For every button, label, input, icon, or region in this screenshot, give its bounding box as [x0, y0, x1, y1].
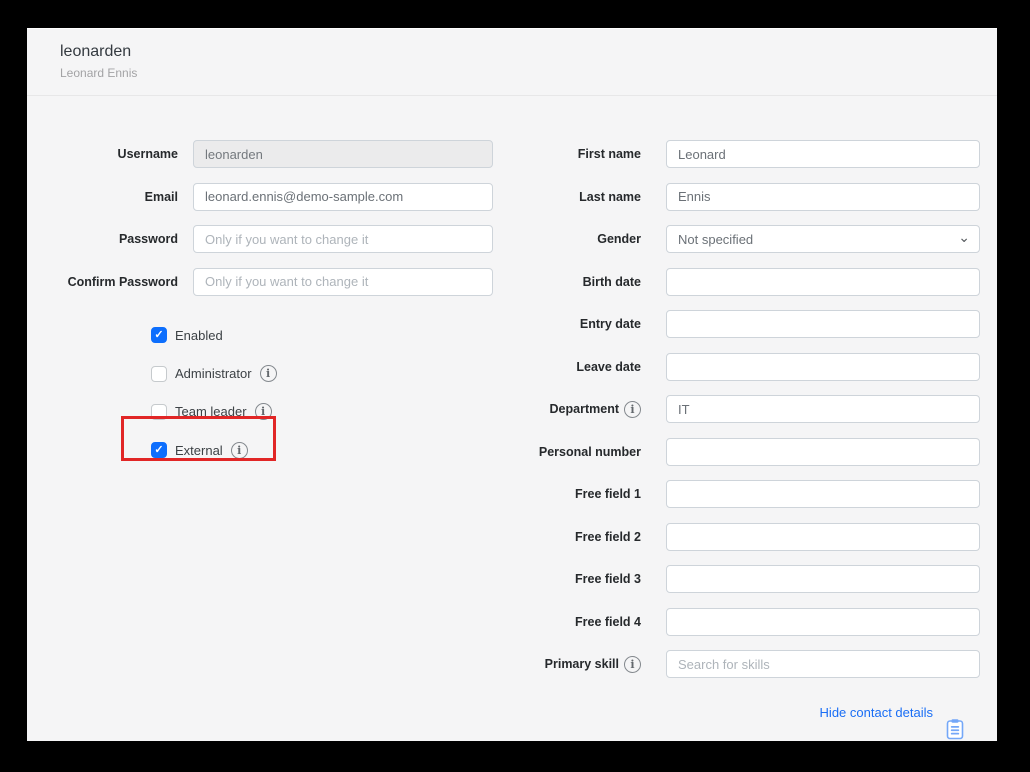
team-leader-checkbox[interactable]	[151, 404, 167, 420]
free-field-3-label: Free field 3	[481, 572, 641, 586]
birth-date-row: Birth date	[481, 268, 980, 296]
info-icon[interactable]: i	[624, 401, 641, 418]
personal-number-label: Personal number	[481, 445, 641, 459]
last-name-label: Last name	[481, 190, 641, 204]
leave-date-row: Leave date	[481, 353, 980, 381]
primary-skill-row: Primary skill i	[481, 650, 980, 678]
username-label: Username	[27, 147, 178, 161]
first-name-row: First name	[481, 140, 980, 168]
confirm-password-field[interactable]	[193, 268, 493, 296]
department-label: Department i	[481, 401, 641, 418]
primary-skill-search-input[interactable]	[666, 650, 980, 678]
account-form-column: Username Email Password Confirm Password	[27, 140, 493, 310]
info-icon[interactable]: i	[260, 365, 277, 382]
gender-select[interactable]: ⌄	[666, 225, 980, 253]
external-checkbox-label: External	[175, 443, 223, 458]
birth-date-label: Birth date	[481, 275, 641, 289]
enabled-checkbox[interactable]: ✓	[151, 327, 167, 343]
free-field-1-field[interactable]	[666, 480, 980, 508]
leave-date-field[interactable]	[666, 353, 980, 381]
personal-number-row: Personal number	[481, 438, 980, 466]
last-name-row: Last name	[481, 183, 980, 211]
administrator-checkbox-row: Administrator i	[151, 354, 277, 392]
hide-contact-details-link[interactable]: Hide contact details	[820, 705, 933, 720]
free-field-4-row: Free field 4	[481, 608, 980, 636]
department-label-text: Department	[550, 402, 619, 416]
role-checkbox-group: ✓ Enabled Administrator i Team leader i …	[151, 316, 277, 470]
confirm-password-label: Confirm Password	[27, 275, 178, 289]
primary-skill-label: Primary skill i	[481, 656, 641, 673]
username-row: Username	[27, 140, 493, 168]
entry-date-label: Entry date	[481, 317, 641, 331]
confirm-password-row: Confirm Password	[27, 268, 493, 296]
team-leader-checkbox-row: Team leader i	[151, 393, 277, 431]
enabled-checkbox-label: Enabled	[175, 328, 223, 343]
entry-date-row: Entry date	[481, 310, 980, 338]
team-leader-checkbox-label: Team leader	[175, 404, 247, 419]
last-name-field[interactable]	[666, 183, 980, 211]
free-field-1-label: Free field 1	[481, 487, 641, 501]
enabled-checkbox-row: ✓ Enabled	[151, 316, 277, 354]
page-subtitle: Leonard Ennis	[60, 66, 964, 80]
free-field-4-label: Free field 4	[481, 615, 641, 629]
free-field-2-row: Free field 2	[481, 523, 980, 551]
external-checkbox[interactable]: ✓	[151, 442, 167, 458]
department-field[interactable]	[666, 395, 980, 423]
birth-date-field[interactable]	[666, 268, 980, 296]
password-row: Password	[27, 225, 493, 253]
external-checkbox-row: ✓ External i	[151, 431, 277, 469]
user-edit-page: leonarden Leonard Ennis Username Email P…	[27, 28, 997, 741]
checkmark-icon: ✓	[154, 330, 163, 341]
page-title: leonarden	[60, 43, 964, 61]
info-icon[interactable]: i	[624, 656, 641, 673]
gender-label: Gender	[481, 232, 641, 246]
password-label: Password	[27, 232, 178, 246]
free-field-2-label: Free field 2	[481, 530, 641, 544]
clipboard-icon[interactable]	[945, 718, 965, 740]
screenshot-frame: leonarden Leonard Ennis Username Email P…	[0, 0, 1030, 772]
department-row: Department i	[481, 395, 980, 423]
free-field-3-row: Free field 3	[481, 565, 980, 593]
primary-skill-label-text: Primary skill	[545, 657, 619, 671]
first-name-field[interactable]	[666, 140, 980, 168]
email-row: Email	[27, 183, 493, 211]
checkmark-icon: ✓	[154, 445, 163, 456]
administrator-checkbox-label: Administrator	[175, 366, 252, 381]
email-field[interactable]	[193, 183, 493, 211]
personal-number-field[interactable]	[666, 438, 980, 466]
free-field-4-field[interactable]	[666, 608, 980, 636]
free-field-3-field[interactable]	[666, 565, 980, 593]
administrator-checkbox[interactable]	[151, 366, 167, 382]
username-field[interactable]	[193, 140, 493, 168]
first-name-label: First name	[481, 147, 641, 161]
free-field-1-row: Free field 1	[481, 480, 980, 508]
gender-select-value[interactable]	[666, 225, 980, 253]
leave-date-label: Leave date	[481, 360, 641, 374]
gender-row: Gender ⌄	[481, 225, 980, 253]
page-header: leonarden Leonard Ennis	[27, 29, 997, 96]
password-field[interactable]	[193, 225, 493, 253]
entry-date-field[interactable]	[666, 310, 980, 338]
free-field-2-field[interactable]	[666, 523, 980, 551]
email-label: Email	[27, 190, 178, 204]
info-icon[interactable]: i	[255, 403, 272, 420]
info-icon[interactable]: i	[231, 442, 248, 459]
profile-form-column: First name Last name Gender ⌄ Birth date…	[481, 140, 980, 693]
